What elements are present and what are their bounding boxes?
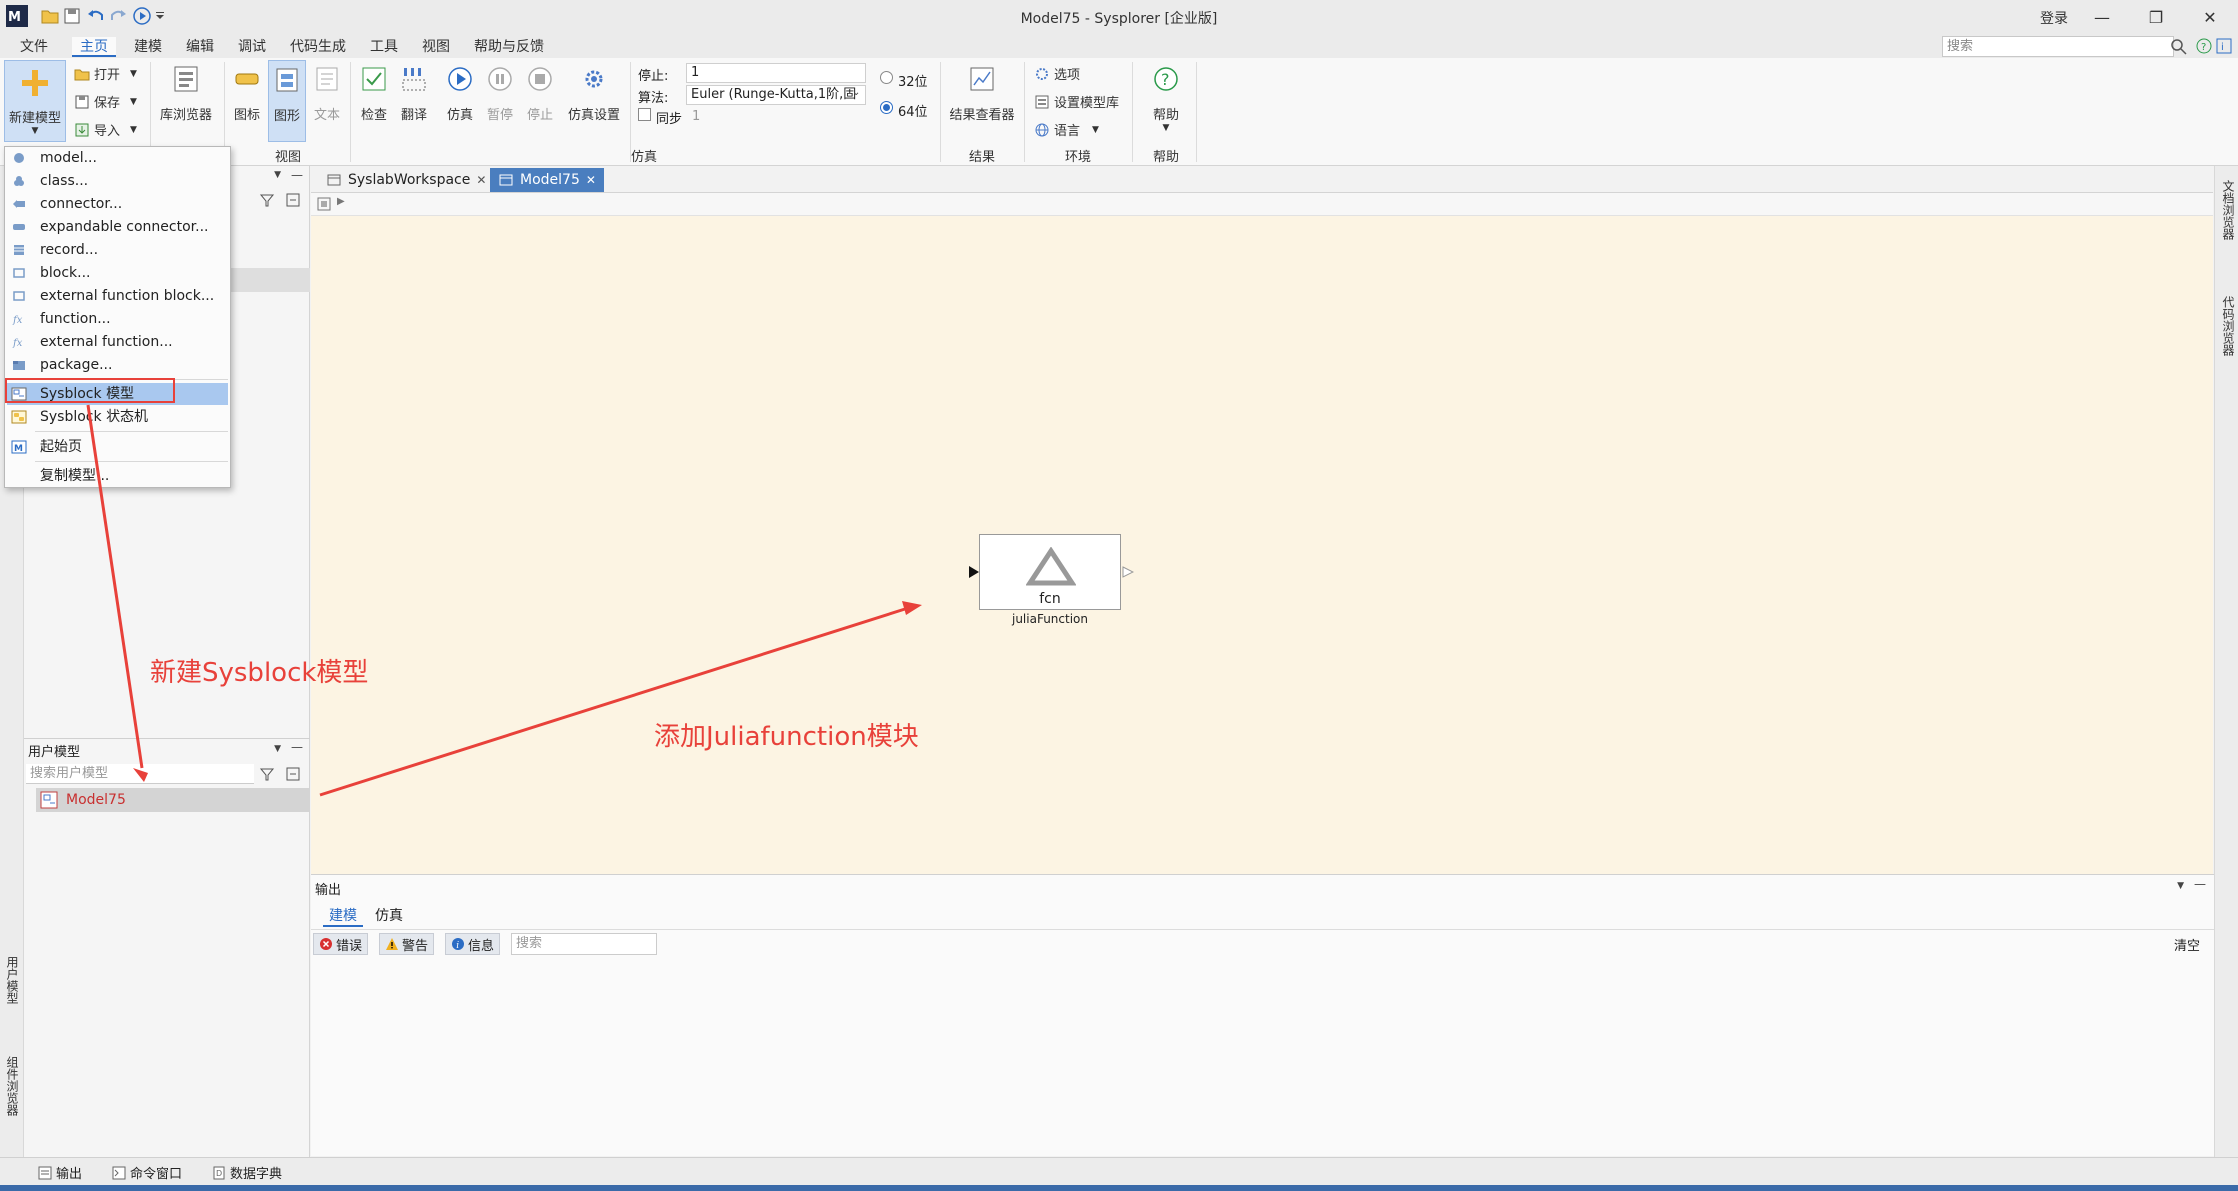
annotation-arrows [86,404,922,797]
arrow-head-icon [133,768,148,782]
annotation-new-sysblock: 新建Sysblock模型 [150,658,369,688]
arrow-to-block [319,607,906,797]
arrow-head-icon [902,601,922,615]
arrow-to-user-models [86,404,144,769]
annotation-add-julia: 添加Juliafunction模块 [654,722,919,752]
